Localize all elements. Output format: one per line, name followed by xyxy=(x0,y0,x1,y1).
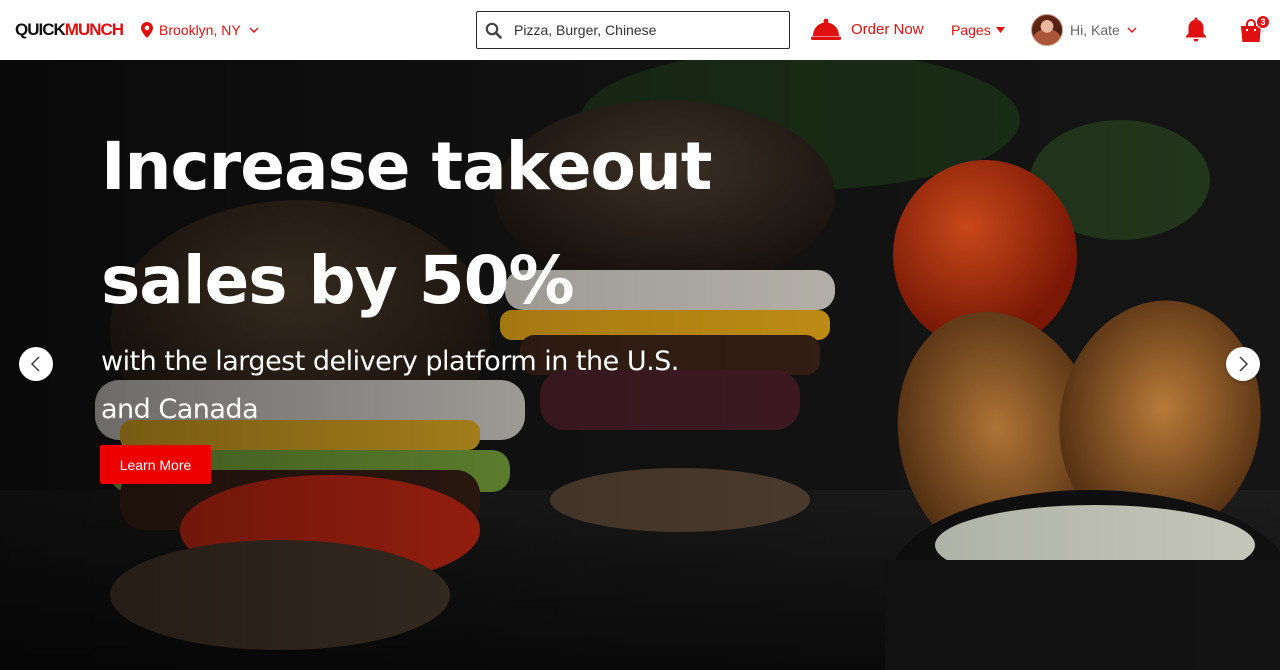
search-input[interactable] xyxy=(514,22,774,38)
avatar[interactable] xyxy=(1031,14,1063,46)
pages-menu[interactable]: Pages xyxy=(951,20,1005,40)
hero-title-line-2: sales by 50% xyxy=(101,242,575,319)
chevron-left-icon xyxy=(31,356,40,372)
hero-title: Increase takeout sales by 50% xyxy=(101,110,781,338)
hero-title-line-1: Increase takeout xyxy=(101,128,712,205)
hero-banner: Increase takeout sales by 50% with the l… xyxy=(0,60,1280,670)
logo-text-quick: QUICK xyxy=(15,20,66,39)
carousel-next-button[interactable] xyxy=(1226,347,1260,381)
chevron-down-icon xyxy=(249,27,259,33)
user-menu[interactable]: Hi, Kate xyxy=(1031,14,1137,46)
order-now-label: Order Now xyxy=(851,20,924,38)
search-bar[interactable] xyxy=(476,11,790,49)
caret-down-icon xyxy=(995,27,1005,33)
cart-count-badge: 3 xyxy=(1256,15,1270,29)
learn-more-button[interactable]: Learn More xyxy=(100,445,211,484)
chevron-down-icon xyxy=(1127,27,1137,33)
user-greeting: Hi, Kate xyxy=(1070,22,1120,38)
logo-text-munch: MUNCH xyxy=(64,20,124,39)
location-selector[interactable]: Brooklyn, NY xyxy=(141,20,259,40)
map-pin-icon xyxy=(141,22,153,38)
location-label: Brooklyn, NY xyxy=(159,22,241,38)
search-icon[interactable] xyxy=(485,22,502,39)
hero-subtitle-line-1: with the largest delivery platform in th… xyxy=(101,346,679,377)
hero-subtitle-line-2: and Canada xyxy=(101,394,259,425)
bell-icon[interactable] xyxy=(1184,16,1208,42)
order-now-link[interactable]: Order Now xyxy=(811,14,924,44)
quickmunch-logo[interactable]: QUICKMUNCH xyxy=(15,19,124,41)
top-navbar: QUICKMUNCH Brooklyn, NY Order Now Pages xyxy=(0,0,1280,60)
cart-button[interactable]: 3 xyxy=(1239,15,1271,45)
chevron-right-icon xyxy=(1239,356,1248,372)
carousel-prev-button[interactable] xyxy=(19,347,53,381)
food-cloche-icon xyxy=(811,18,841,40)
hero-subtitle: with the largest delivery platform in th… xyxy=(101,338,701,434)
pages-label: Pages xyxy=(951,22,991,38)
